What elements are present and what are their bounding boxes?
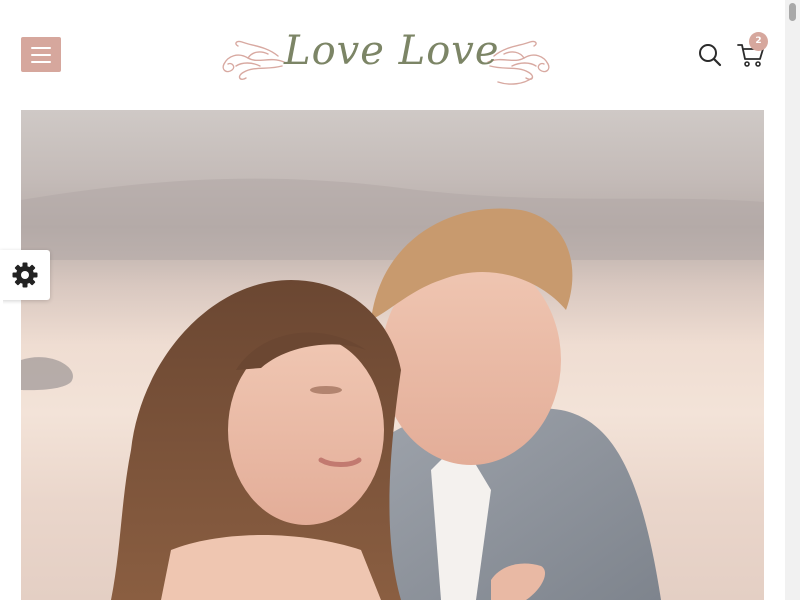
search-button[interactable] <box>697 42 723 68</box>
couple-photo-illustration <box>21 178 764 600</box>
hamburger-bar <box>31 61 51 63</box>
cart-count-badge: 2 <box>749 32 768 51</box>
scrollbar-thumb[interactable] <box>789 3 796 21</box>
gear-icon <box>12 262 38 288</box>
page: Love Love 2 <box>0 0 800 600</box>
logo-text: Love Love <box>284 28 500 74</box>
site-logo[interactable]: Love Love <box>218 26 558 88</box>
settings-button[interactable] <box>0 250 50 300</box>
vertical-scrollbar[interactable] <box>785 0 800 600</box>
side-panel-edge <box>0 300 3 420</box>
site-header: Love Love 2 <box>0 0 785 110</box>
hamburger-bar <box>31 54 51 56</box>
menu-button[interactable] <box>21 37 61 72</box>
hamburger-icon <box>31 47 51 49</box>
hero-image <box>21 110 764 600</box>
search-icon <box>699 44 722 67</box>
